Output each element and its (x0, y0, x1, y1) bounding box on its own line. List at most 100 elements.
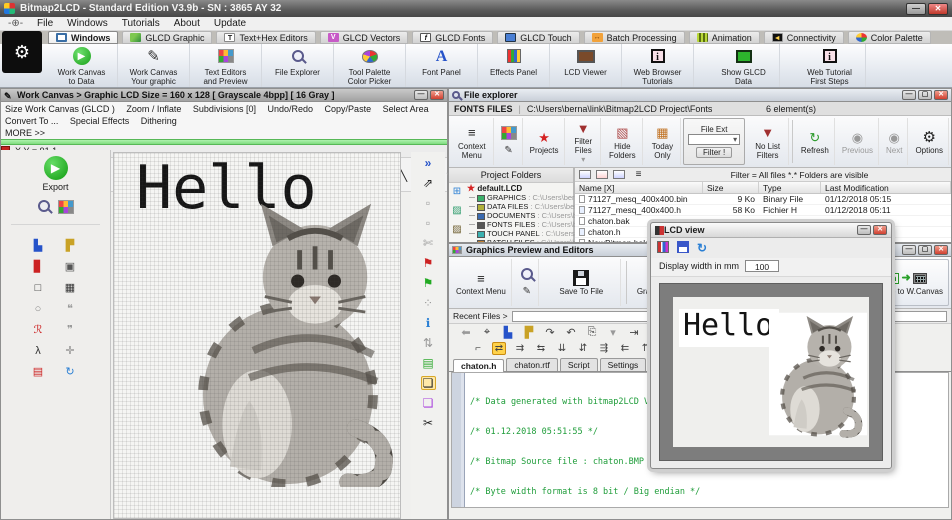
small-square-icon[interactable]: ▫ (421, 196, 436, 210)
save-as-icon[interactable]: ▛ (522, 326, 536, 339)
save-to-file-button[interactable]: Save To File (543, 259, 621, 306)
stamp-icon[interactable]: ❞ (63, 323, 78, 337)
table-icon[interactable]: ▤ (31, 365, 46, 379)
menu-toggle-icon[interactable]: -⊕- (8, 18, 23, 29)
tab-batch-processing[interactable]: ↔ Batch Processing (583, 31, 685, 44)
menu-select-area[interactable]: Select Area (383, 104, 429, 114)
menu-special-effects[interactable]: Special Effects (70, 116, 129, 126)
pixel-canvas[interactable]: Hello (113, 152, 401, 519)
hide-folders-button[interactable]: ▧ Hide Folders (603, 118, 643, 165)
bubble-icon[interactable]: ❝ (63, 302, 78, 316)
menu-convert-to[interactable]: Convert To ... (5, 116, 58, 126)
duplicate-icon[interactable]: ❏ (421, 396, 436, 410)
tab-glcd-touch[interactable]: GLCD Touch (497, 31, 580, 44)
table-row[interactable]: 71127_mesq_400x400.h 58 Ko Fichier H 01/… (575, 205, 951, 216)
tab-connectivity[interactable]: ◄ Connectivity (763, 31, 844, 44)
dropdown-caret-icon[interactable]: ▾ (606, 326, 620, 339)
close-icon[interactable]: ✕ (430, 90, 444, 100)
scissors-icon[interactable]: ✂ (421, 416, 436, 430)
minimize-icon[interactable]: — (902, 90, 916, 100)
context-menu-button[interactable]: ≡ Context Menu (451, 118, 494, 165)
filter-files-button[interactable]: ▼ Filter Files ▾ (567, 118, 601, 165)
table-row[interactable]: 71127_mesq_400x400.bin 9 Ko Binary File … (575, 194, 951, 205)
today-only-button[interactable]: ▦ Today Only (645, 118, 682, 165)
zoom-tool-icon[interactable] (37, 200, 50, 212)
info-icon[interactable]: ℹ (421, 316, 436, 330)
view-details-icon[interactable] (579, 170, 591, 179)
column-name[interactable]: Name [X] (575, 182, 703, 193)
tree-item-touch-panel[interactable]: TOUCH PANEL : C:\Users\be (467, 229, 585, 238)
lcd-viewer-button[interactable]: LCD Viewer (550, 44, 622, 87)
save-icon[interactable]: ▙ (31, 239, 46, 253)
flag-red-icon[interactable]: ⚑ (421, 256, 436, 270)
context-menu-button[interactable]: ≡ Context Menu (451, 259, 512, 306)
copy-layer-icon[interactable]: ❏ (420, 376, 436, 390)
menu-zoom-inflate[interactable]: Zoom / Inflate (126, 104, 181, 114)
dots-icon[interactable]: ⁘ (421, 296, 436, 310)
web-browser-tutorials-button[interactable]: i Web Browser Tutorials (622, 44, 694, 87)
main-gear-icon[interactable]: ⚙ (2, 31, 42, 73)
column-type[interactable]: Type (759, 182, 821, 193)
menu-size-work-canvas[interactable]: Size Work Canvas (GLCD ) (5, 104, 115, 114)
tab-settings[interactable]: Settings (599, 358, 647, 371)
font-panel-button[interactable]: A Font Panel (406, 44, 478, 87)
tab-glcd-graphic[interactable]: GLCD Graphic (122, 31, 213, 44)
folder-open-icon[interactable]: ▨ (452, 205, 461, 216)
export-button[interactable]: ▶ Export (14, 156, 98, 192)
tool-palette-color-picker-button[interactable]: Tool Palette Color Picker (334, 44, 406, 87)
shift-right-icon[interactable]: ⇥ (627, 326, 641, 339)
lcd-view-titlebar[interactable]: LCD view — ✕ (651, 223, 891, 238)
menu-undo-redo[interactable]: Undo/Redo (267, 104, 313, 114)
tab-glcd-fonts[interactable]: f GLCD Fonts (412, 31, 494, 44)
view-tiles-icon[interactable] (596, 170, 608, 179)
clip-icon[interactable]: ✄ (421, 236, 436, 250)
paste-icon[interactable]: ⎘ (585, 326, 599, 339)
column-size[interactable]: Size (703, 182, 759, 193)
maximize-icon[interactable]: ▢ (918, 245, 932, 255)
effects-panel-button[interactable]: Effects Panel (478, 44, 550, 87)
spacing-icon[interactable]: ⇉ (513, 343, 527, 354)
tab-glcd-vectors[interactable]: V GLCD Vectors (319, 31, 409, 44)
marker-icon[interactable]: ℛ (31, 323, 46, 337)
minimize-icon[interactable]: — (906, 2, 926, 15)
file-explorer-button[interactable]: File Explorer (262, 44, 334, 87)
swap-icon[interactable]: ⇅ (421, 336, 436, 350)
spacing-icon[interactable]: ⇊ (555, 343, 569, 354)
flag-green-icon[interactable]: ⚑ (421, 276, 436, 290)
tab-windows[interactable]: Windows (48, 31, 119, 44)
projects-button[interactable]: ★ Projects (525, 118, 565, 165)
hamburger-icon[interactable]: ≡ (630, 166, 647, 183)
previous-button[interactable]: ◉ Previous (837, 118, 879, 165)
tree-item-fonts-files[interactable]: FONTS FILES : C:\Users\be (467, 220, 581, 229)
tree-root-item[interactable]: ★ default.LCD (467, 184, 573, 194)
text-editors-preview-button[interactable]: Text Editors and Preview (190, 44, 262, 87)
back-icon[interactable]: ⬅ (459, 326, 473, 339)
work-canvas-to-data-button[interactable]: ▶ Work Canvas to Data (46, 44, 118, 87)
save-icon[interactable] (677, 241, 689, 253)
crosshair-icon[interactable]: ✛ (63, 344, 78, 358)
resize-diagonal-icon[interactable]: ⇗ (421, 176, 436, 190)
grid-icon[interactable]: ▦ (63, 281, 78, 295)
color-tiles-icon[interactable] (57, 200, 74, 214)
menu-copy-paste[interactable]: Copy/Paste (325, 104, 372, 114)
next-button[interactable]: ◉ Next (881, 118, 909, 165)
menu-windows[interactable]: Windows (67, 18, 108, 29)
show-glcd-data-button[interactable]: Show GLCD Data (708, 44, 780, 87)
minimize-icon[interactable]: — (414, 90, 428, 100)
menu-tutorials[interactable]: Tutorials (122, 18, 160, 29)
rect-select-icon[interactable]: □ (31, 281, 46, 295)
spacing-icon[interactable]: ⇵ (576, 343, 590, 354)
lambda-icon[interactable]: λ (31, 344, 46, 358)
no-list-filters-button[interactable]: ▼ No List Filters (747, 118, 790, 165)
filter-go-button[interactable]: Filter ! (696, 147, 733, 158)
folder-icon[interactable]: ▨ (452, 224, 461, 235)
ellipse-icon[interactable]: ○ (31, 302, 46, 316)
tree-item-graphics[interactable]: GRAPHICS : C:\Users\ber (467, 193, 575, 202)
tab-animation[interactable]: Animation (688, 31, 760, 44)
maximize-icon[interactable]: ▢ (918, 90, 932, 100)
spacing-icon[interactable]: ⇇ (618, 343, 632, 354)
spacing-selected-icon[interactable]: ⇄ (492, 342, 506, 355)
bookmark-icon[interactable]: ⌐ (471, 343, 485, 354)
columns-icon[interactable] (657, 241, 669, 253)
column-modified[interactable]: Last Modification (821, 182, 951, 193)
